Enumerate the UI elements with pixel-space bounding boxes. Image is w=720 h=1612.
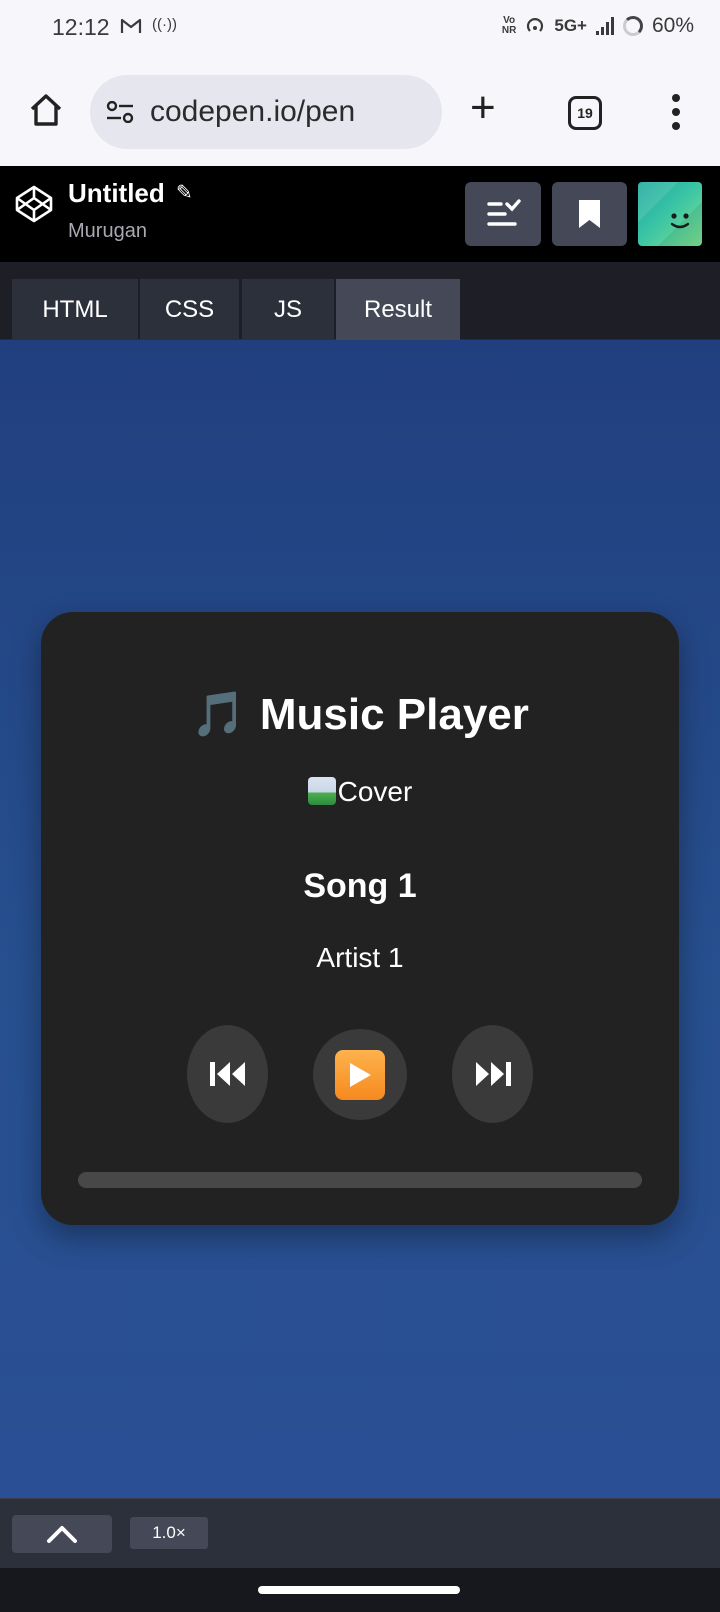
overflow-menu-icon[interactable] bbox=[668, 94, 684, 130]
zoom-level-button[interactable]: 1.0× bbox=[130, 1517, 208, 1549]
play-button[interactable] bbox=[313, 1029, 407, 1120]
pen-title[interactable]: Untitled bbox=[68, 178, 165, 209]
song-title: Song 1 bbox=[303, 867, 417, 905]
cover-image: Cover bbox=[41, 776, 679, 808]
wifi-calling-icon bbox=[527, 18, 544, 32]
home-icon[interactable] bbox=[28, 92, 64, 128]
result-preview: 🎵 Music Player Cover Song 1 Artist 1 bbox=[0, 340, 720, 1498]
player-title: 🎵 Music Player bbox=[41, 688, 679, 740]
codepen-logo-icon[interactable] bbox=[14, 184, 54, 224]
status-time: 12:12 bbox=[52, 14, 110, 40]
chevron-up-icon bbox=[47, 1526, 77, 1543]
change-view-button[interactable] bbox=[465, 182, 541, 246]
gesture-handle[interactable] bbox=[258, 1586, 460, 1594]
play-icon bbox=[335, 1049, 385, 1100]
address-bar[interactable]: codepen.io/pen bbox=[90, 75, 442, 149]
battery-icon bbox=[622, 16, 643, 36]
vonr-indicator: Vo NR bbox=[501, 15, 517, 36]
previous-track-icon bbox=[209, 1062, 245, 1086]
pen-author[interactable]: Murugan bbox=[68, 220, 147, 243]
broken-image-icon bbox=[307, 777, 336, 805]
user-avatar[interactable] bbox=[638, 182, 702, 246]
bookmark-button[interactable] bbox=[552, 182, 627, 246]
music-note-icon: 🎵 bbox=[191, 690, 246, 739]
gmail-icon bbox=[120, 18, 142, 33]
browser-toolbar: codepen.io/pen + 19 bbox=[0, 58, 720, 166]
codepen-bottom-bar: 1.0× bbox=[0, 1498, 720, 1568]
battery-percent: 60% bbox=[651, 14, 694, 37]
music-player-card: 🎵 Music Player Cover Song 1 Artist 1 bbox=[41, 612, 679, 1225]
player-title-text: Music Player bbox=[259, 690, 529, 739]
tab-css[interactable]: CSS bbox=[140, 279, 239, 340]
cover-alt-text: Cover bbox=[337, 776, 413, 807]
next-track-icon bbox=[475, 1062, 511, 1086]
url-text: codepen.io/pen bbox=[150, 95, 356, 128]
tab-js[interactable]: JS bbox=[242, 279, 334, 340]
site-settings-icon[interactable] bbox=[106, 101, 134, 123]
signal-icon bbox=[595, 17, 614, 35]
navigation-bar bbox=[0, 1568, 720, 1612]
network-type: 5G+ bbox=[554, 16, 587, 35]
editor-tabs: HTML CSS JS Result bbox=[0, 262, 720, 340]
tab-result[interactable]: Result bbox=[336, 279, 460, 340]
tab-switcher-button[interactable]: 19 bbox=[568, 96, 602, 130]
new-tab-icon[interactable]: + bbox=[470, 86, 496, 130]
artist-name: Artist 1 bbox=[316, 942, 404, 973]
next-button[interactable] bbox=[452, 1025, 533, 1123]
bookmark-icon bbox=[579, 200, 600, 228]
previous-button[interactable] bbox=[187, 1025, 268, 1123]
expand-button[interactable] bbox=[12, 1515, 112, 1553]
progress-bar[interactable] bbox=[78, 1172, 642, 1188]
layout-icon bbox=[487, 199, 521, 226]
hotspot-icon: ((·)) bbox=[152, 16, 177, 33]
avatar-face-icon bbox=[638, 182, 702, 246]
status-bar: 12:12 ((·)) Vo NR 5G+ 60% bbox=[0, 0, 720, 58]
edit-title-icon[interactable]: ✎ bbox=[176, 180, 193, 205]
codepen-header: Untitled ✎ Murugan bbox=[0, 166, 720, 262]
tab-html[interactable]: HTML bbox=[12, 279, 138, 340]
